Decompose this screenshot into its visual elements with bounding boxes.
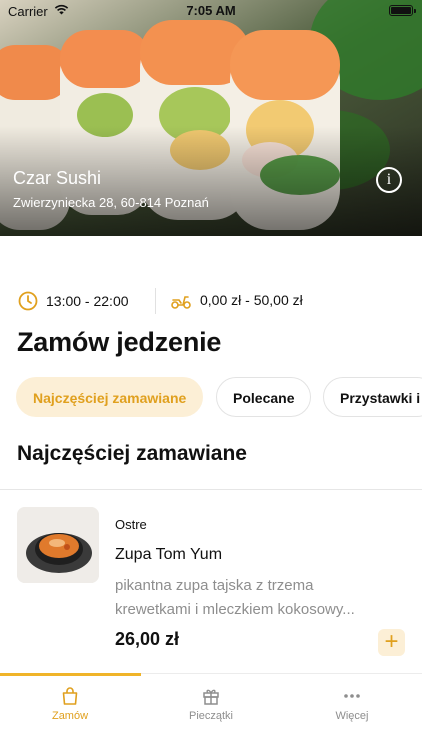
category-chip-most-ordered[interactable]: Najczęściej zamawiane bbox=[16, 377, 204, 417]
info-icon[interactable]: i bbox=[376, 167, 402, 193]
tab-stamps-label: Pieczątki bbox=[188, 710, 234, 722]
opening-hours: 13:00 - 22:00 bbox=[18, 291, 129, 311]
page-title: Zamów jedzenie bbox=[17, 327, 222, 357]
clock-time: 7:05 AM bbox=[186, 3, 236, 18]
scooter-icon bbox=[171, 296, 191, 309]
restaurant-name: Czar Sushi bbox=[13, 168, 102, 188]
category-chip-starters[interactable]: Przystawki i bbox=[323, 377, 422, 417]
divider bbox=[0, 489, 422, 490]
battery-icon bbox=[389, 5, 416, 16]
tab-order[interactable]: Zamów bbox=[0, 674, 140, 734]
category-title: Najczęściej zamawiane bbox=[17, 442, 247, 465]
restaurant-address: Zwierzyniecka 28, 60-814 Poznań bbox=[13, 195, 209, 210]
hours-text: 13:00 - 22:00 bbox=[46, 293, 129, 309]
status-bar: Carrier 7:05 AM bbox=[0, 0, 422, 22]
info-divider bbox=[155, 288, 156, 314]
more-dots-icon bbox=[344, 694, 360, 698]
category-chip-recommended[interactable]: Polecane bbox=[216, 377, 312, 417]
product-name: Zupa Tom Yum bbox=[115, 546, 223, 563]
tab-more-label: Więcej bbox=[335, 710, 369, 722]
delivery-cost-text: 0,00 zł - 50,00 zł bbox=[200, 292, 303, 308]
tab-stamps[interactable]: Pieczątki bbox=[141, 674, 281, 734]
restaurant-info-row: 13:00 - 22:00 0,00 zł - 50,00 zł bbox=[18, 288, 408, 315]
product-image bbox=[17, 507, 99, 583]
add-to-cart-button[interactable]: + bbox=[378, 629, 405, 656]
tab-order-label: Zamów bbox=[51, 710, 89, 722]
tab-bar: Zamów Pieczątki Więcej bbox=[0, 673, 422, 750]
product-price: 26,00 zł bbox=[115, 629, 180, 649]
clock-icon bbox=[18, 291, 38, 311]
gift-icon bbox=[203, 689, 219, 705]
product-description: pikantna zupa tajska z trzema krewetkami… bbox=[115, 577, 355, 618]
tab-more[interactable]: Więcej bbox=[282, 674, 422, 734]
product-tag: Ostre bbox=[115, 517, 147, 532]
product-card[interactable]: Ostre Zupa Tom Yum pikantna zupa tajska … bbox=[0, 491, 422, 671]
category-chips: Najczęściej zamawiane Polecane Przystawk… bbox=[16, 377, 422, 419]
bag-icon bbox=[62, 687, 78, 705]
delivery-cost: 0,00 zł - 50,00 zł bbox=[170, 291, 303, 309]
